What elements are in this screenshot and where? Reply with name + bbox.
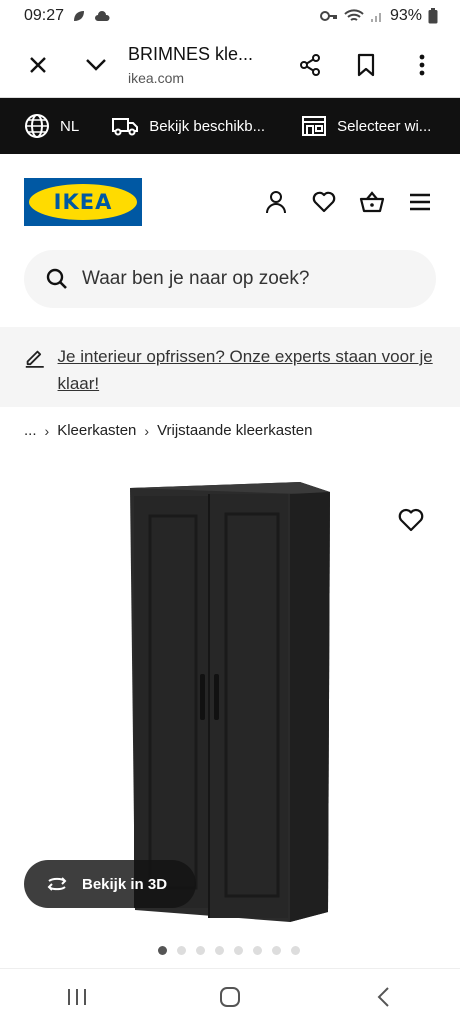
recent-apps-icon[interactable] [57,977,97,1017]
cart-icon[interactable] [358,188,386,216]
favorite-heart-icon[interactable] [398,508,426,536]
pagination-dot[interactable] [215,946,224,955]
pagination-dot[interactable] [196,946,205,955]
search-input[interactable] [82,268,402,290]
heart-icon[interactable] [310,188,338,216]
pencil-icon [25,350,44,368]
battery-icon [428,8,438,24]
pagination-dot[interactable] [177,946,186,955]
store-selector[interactable]: Selecteer wi... [301,115,431,137]
cloud-icon [95,11,110,21]
pagination-dot[interactable] [291,946,300,955]
status-time: 09:27 [24,7,65,24]
breadcrumb-ellipsis[interactable]: ... [24,422,37,439]
breadcrumb-item-vrijstaande[interactable]: Vrijstaande kleerkasten [157,422,312,439]
product-gallery[interactable]: Bekijk in 3D [0,460,460,960]
breadcrumb: ... › Kleerkasten › Vrijstaande kleerkas… [24,422,312,439]
more-options-icon[interactable] [400,43,444,87]
page-url: ikea.com [128,69,185,86]
account-icon[interactable] [262,188,290,216]
promo-link[interactable]: Je interieur opfrissen? Onze experts sta… [58,343,436,397]
back-icon[interactable] [363,977,403,1017]
rotate-3d-icon [47,877,67,891]
system-nav-bar [0,968,460,1024]
browser-toolbar: BRIMNES kle... ikea.com [0,32,460,98]
menu-icon[interactable] [406,188,434,216]
chevron-down-icon[interactable] [74,43,118,87]
battery-percent: 93% [389,7,422,24]
bookmark-icon[interactable] [344,43,388,87]
store-label: Selecteer wi... [337,117,432,135]
language-selector[interactable]: NL [24,113,79,139]
page-title-block[interactable]: BRIMNES kle... ikea.com [118,44,288,86]
chevron-right-icon: › [144,422,150,439]
close-icon[interactable] [16,43,60,87]
truck-icon [112,118,139,136]
globe-icon [25,114,49,138]
home-icon[interactable] [210,977,250,1017]
status-bar: 09:27 93% [0,0,460,32]
key-icon [319,11,337,21]
ikea-logo[interactable]: IKEA [24,178,142,226]
search-bar[interactable] [24,250,436,308]
signal-icon [370,13,381,22]
breadcrumb-item-kleerkasten[interactable]: Kleerkasten [57,422,136,439]
wifi-icon [344,9,364,21]
logo-text: IKEA [29,184,137,220]
pagination-dot[interactable] [253,946,262,955]
store-icon [302,116,327,136]
view-in-3d-label: Bekijk in 3D [82,875,168,893]
image-pagination [158,946,300,955]
view-in-3d-button[interactable]: Bekijk in 3D [24,860,196,908]
pagination-dot[interactable] [158,946,167,955]
share-icon[interactable] [288,43,332,87]
availability-label: Bekijk beschikb... [149,117,266,135]
info-bar: NL Bekijk beschikb... Selecteer wi... [0,98,460,154]
page-title: BRIMNES kle... [128,43,254,64]
pagination-dot[interactable] [234,946,243,955]
availability-link[interactable]: Bekijk beschikb... [111,115,265,137]
pagination-dot[interactable] [272,946,281,955]
language-label: NL [60,117,80,135]
promo-banner: Je interieur opfrissen? Onze experts sta… [0,327,460,407]
chevron-right-icon: › [44,422,50,439]
leaf-icon [74,11,85,21]
site-header: IKEA [0,154,460,250]
search-icon [46,268,67,289]
